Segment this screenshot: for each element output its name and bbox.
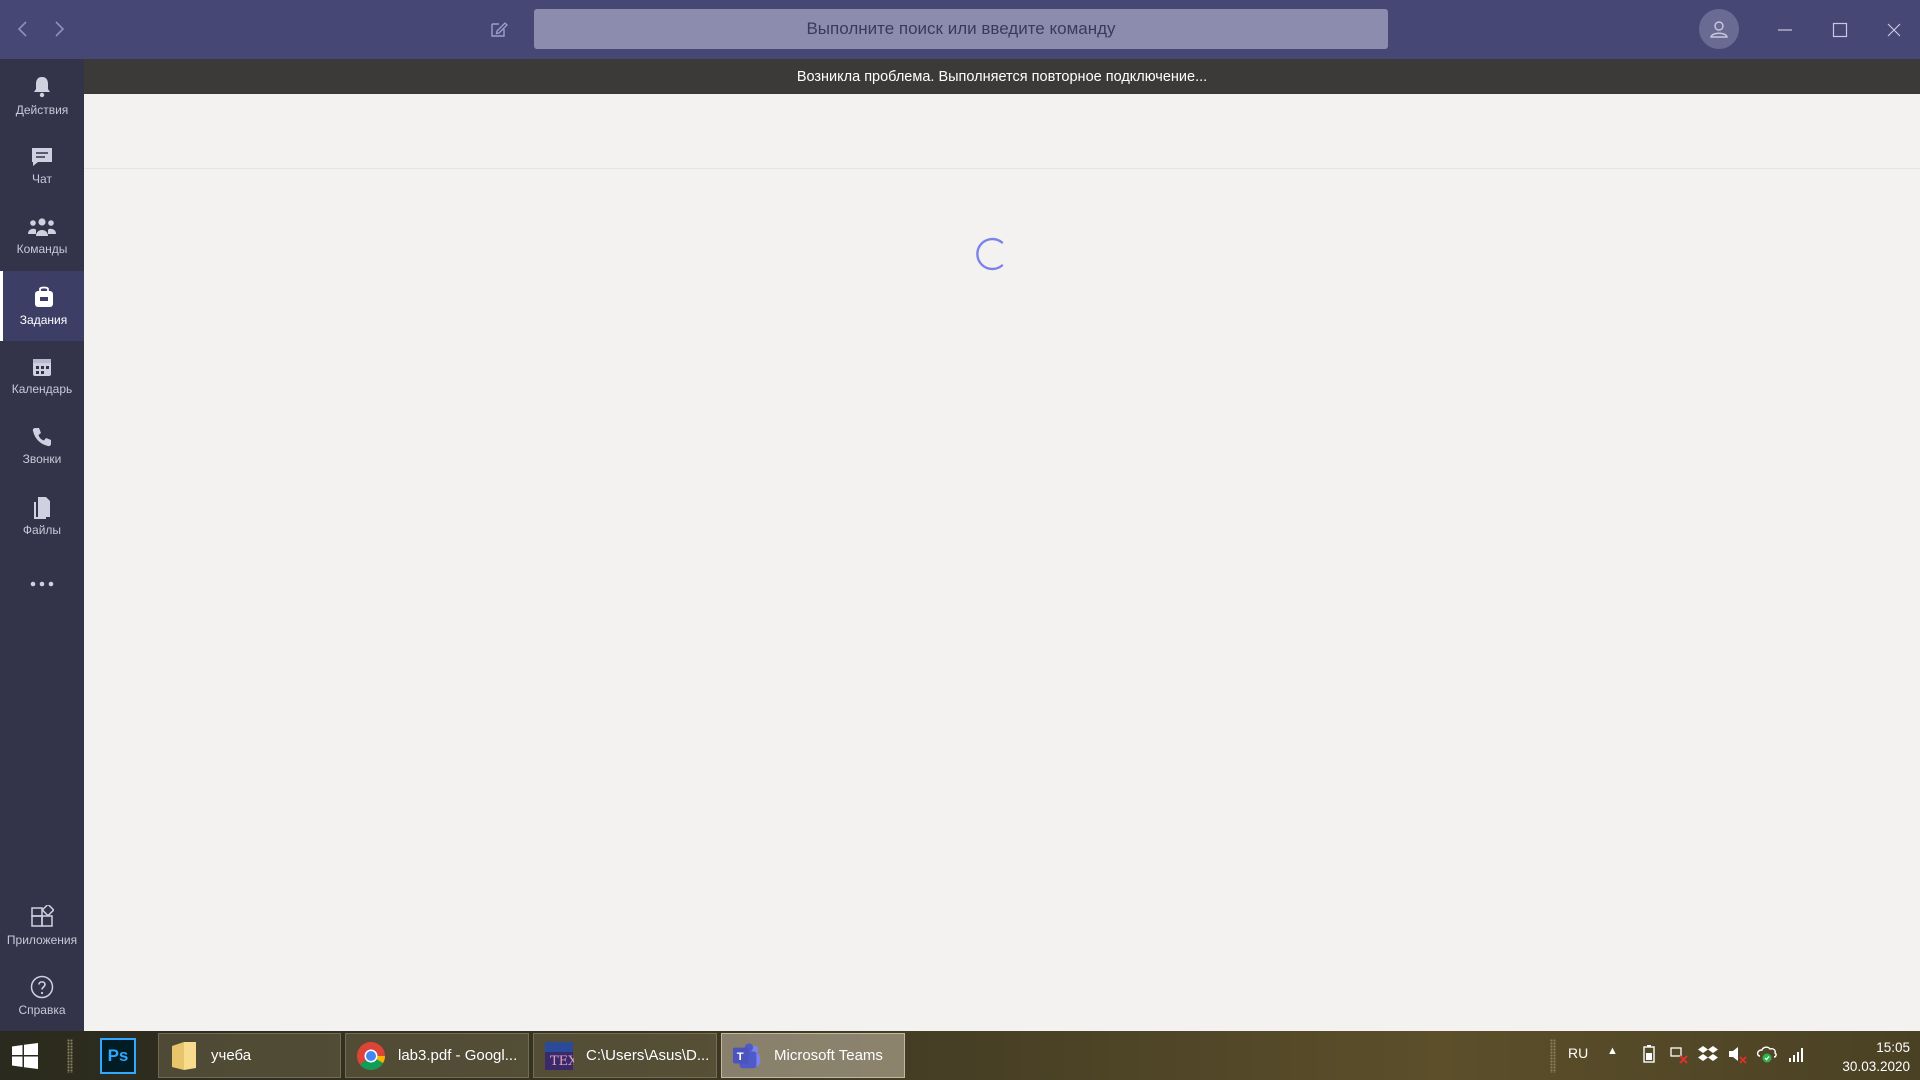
minimize-icon[interactable] (1767, 12, 1803, 48)
app-rail: Действия Чат Команды Задания Календарь З… (0, 59, 84, 1031)
battery-icon[interactable] (1638, 1043, 1660, 1065)
clock-time: 15:05 (1876, 1040, 1910, 1055)
taskbar-item-teams[interactable]: T Microsoft Teams (721, 1033, 905, 1078)
taskbar-item-label: lab3.pdf - Googl... (398, 1047, 518, 1064)
rail-item-label: Календарь (11, 382, 73, 396)
user-avatar-icon[interactable] (1699, 9, 1739, 49)
reconnect-banner: Возникла проблема. Выполняется повторное… (84, 59, 1920, 94)
assignments-icon (33, 285, 55, 309)
rail-item-label: Действия (15, 103, 69, 117)
svg-text:T: T (737, 1051, 744, 1063)
rail-item-activity[interactable]: Действия (0, 61, 84, 131)
clock[interactable]: 15:05 30.03.2020 (1830, 1038, 1910, 1076)
photoshop-icon[interactable]: Ps (100, 1038, 136, 1074)
apps-icon (30, 905, 54, 929)
loading-spinner-icon (974, 236, 1010, 272)
rail-item-label: Приложения (6, 933, 78, 947)
taskbar-item-label: учеба (211, 1047, 252, 1064)
taskbar-item-chrome[interactable]: lab3.pdf - Googl... (345, 1033, 529, 1078)
signal-icon[interactable] (1786, 1043, 1808, 1065)
windows-start-icon[interactable] (12, 1043, 38, 1069)
rail-item-apps[interactable]: Приложения (0, 891, 84, 961)
taskbar-item-tex[interactable]: TEX C:\Users\Asus\D... (533, 1033, 717, 1078)
chrome-icon (356, 1041, 386, 1071)
taskbar-grip[interactable] (67, 1039, 73, 1073)
maximize-icon[interactable] (1822, 12, 1858, 48)
folder-icon (169, 1041, 199, 1071)
taskbar-item-folder[interactable]: учеба (158, 1033, 341, 1078)
rail-item-help[interactable]: Справка (0, 961, 84, 1031)
language-label: RU (1568, 1045, 1589, 1061)
taskbar-grip[interactable] (1550, 1039, 1556, 1073)
clock-date: 30.03.2020 (1842, 1059, 1910, 1074)
network-error-icon[interactable] (1668, 1043, 1690, 1065)
teams-icon (28, 216, 56, 238)
tray-expand-icon[interactable]: ▲ (1607, 1045, 1618, 1057)
help-icon (30, 975, 54, 999)
close-icon[interactable] (1876, 12, 1912, 48)
rail-item-label: Файлы (22, 523, 62, 537)
dropbox-icon[interactable] (1697, 1043, 1719, 1065)
rail-item-label: Команды (16, 242, 68, 256)
rail-item-calls[interactable]: Звонки (0, 411, 84, 481)
tex-icon: TEX (544, 1041, 574, 1071)
taskbar-item-label: Microsoft Teams (774, 1047, 883, 1064)
rail-item-label: Звонки (22, 452, 62, 466)
compose-icon[interactable] (484, 14, 514, 44)
search-input[interactable]: Выполните поиск или введите команду (534, 9, 1388, 49)
photoshop-label: Ps (107, 1046, 129, 1065)
bell-icon (31, 75, 53, 99)
chat-icon (30, 146, 54, 168)
rail-item-more[interactable] (0, 549, 84, 619)
rail-item-chat[interactable]: Чат (0, 131, 84, 201)
rail-item-assignments[interactable]: Задания (0, 271, 84, 341)
rail-item-files[interactable]: Файлы (0, 481, 84, 551)
files-icon (32, 495, 52, 519)
main-content (84, 94, 1920, 1031)
sync-icon[interactable] (1756, 1043, 1778, 1065)
volume-muted-icon[interactable] (1726, 1043, 1748, 1065)
rail-item-label: Чат (32, 172, 52, 186)
chevron-left-icon[interactable] (8, 14, 38, 44)
more-icon (29, 580, 55, 588)
taskbar: Ps учеба lab3.pdf - Googl... TEX C:\User… (0, 1031, 1920, 1080)
title-bar: Выполните поиск или введите команду (0, 0, 1920, 59)
language-indicator[interactable]: RU (1568, 1045, 1588, 1061)
teams-app-icon: T (732, 1041, 762, 1071)
chevron-right-icon[interactable] (44, 14, 74, 44)
rail-item-label: Задания (19, 313, 68, 327)
rail-item-label: Справка (18, 1003, 66, 1017)
banner-message: Возникла проблема. Выполняется повторное… (796, 68, 1208, 85)
calendar-icon (31, 356, 53, 378)
taskbar-item-label: C:\Users\Asus\D... (586, 1047, 710, 1064)
phone-icon (31, 426, 53, 448)
rail-item-calendar[interactable]: Календарь (0, 341, 84, 411)
rail-item-teams[interactable]: Команды (0, 201, 84, 271)
header-divider (84, 168, 1920, 169)
svg-text:TEX: TEX (550, 1054, 574, 1069)
search-placeholder: Выполните поиск или введите команду (806, 19, 1116, 38)
